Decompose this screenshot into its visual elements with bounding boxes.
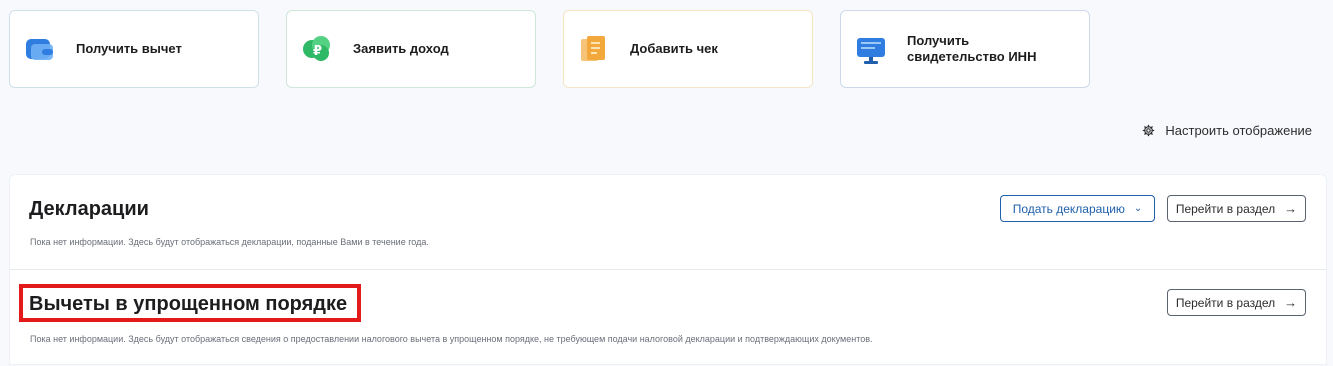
section-title: Декларации — [29, 198, 149, 220]
arrow-right-icon: → — [1284, 201, 1298, 216]
settings-label: Настроить отображение — [1165, 123, 1312, 138]
card-declare-income[interactable]: ₽ Заявить доход — [286, 10, 536, 88]
goto-deductions-button[interactable]: Перейти в раздел → — [1167, 289, 1306, 316]
section-description: Пока нет информации. Здесь будут отображ… — [30, 334, 873, 344]
section-title: Вычеты в упрощенном порядке — [29, 293, 348, 315]
monitor-icon — [853, 31, 889, 67]
submit-declaration-button[interactable]: Подать декларацию ⌄ — [1000, 195, 1155, 222]
card-label: Получить свидетельство ИНН — [907, 33, 1037, 64]
ruble-cloud-icon: ₽ — [299, 31, 335, 67]
arrow-right-icon: → — [1284, 295, 1298, 310]
wallet-icon — [22, 31, 58, 67]
card-label: Получить вычет — [76, 41, 182, 56]
button-label: Перейти в раздел — [1175, 295, 1276, 310]
content-panel: Декларации Пока нет информации. Здесь бу… — [9, 174, 1327, 365]
card-get-deduction[interactable]: Получить вычет — [9, 10, 259, 88]
section-description: Пока нет информации. Здесь будут отображ… — [30, 237, 429, 247]
svg-text:₽: ₽ — [313, 44, 322, 59]
quick-actions: Получить вычет ₽ Заявить доход Добавить … — [9, 10, 1090, 88]
card-label: Добавить чек — [630, 41, 718, 56]
goto-declarations-button[interactable]: Перейти в раздел → — [1167, 195, 1306, 222]
declarations-section: Декларации Пока нет информации. Здесь бу… — [10, 175, 1326, 270]
card-get-inn[interactable]: Получить свидетельство ИНН — [840, 10, 1090, 88]
receipt-icon — [576, 31, 612, 67]
card-label: Заявить доход — [353, 41, 449, 56]
customize-display-link[interactable]: Настроить отображение — [1142, 123, 1312, 138]
card-add-receipt[interactable]: Добавить чек — [563, 10, 813, 88]
simplified-deductions-section: Вычеты в упрощенном порядке Пока нет инф… — [10, 270, 1326, 366]
chevron-down-icon: ⌄ — [1133, 203, 1143, 214]
button-label: Подать декларацию — [1012, 201, 1125, 216]
gear-icon — [1143, 124, 1155, 137]
button-label: Перейти в раздел — [1175, 201, 1276, 216]
